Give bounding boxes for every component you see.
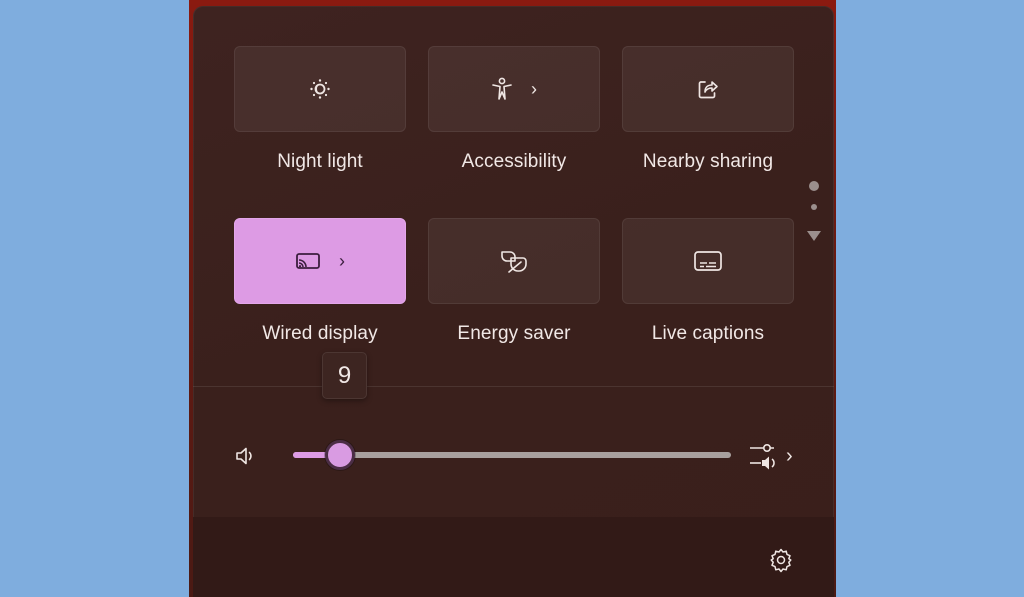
page-indicator-2[interactable] [811,204,817,210]
chevron-right-icon: › [339,251,345,271]
wired-display-button[interactable]: › [234,218,406,304]
speaker-icon[interactable] [234,445,256,467]
nearby-sharing-toggle[interactable] [622,46,794,132]
section-divider [193,386,834,387]
volume-tooltip: 9 [322,352,367,399]
accessibility-label: Accessibility [461,151,567,172]
page-indicator-1[interactable] [809,181,819,191]
night-light-icon [309,78,331,100]
sound-output-button[interactable]: › [748,441,793,471]
leaf-icon [499,248,529,274]
nearby-sharing-label: Nearby sharing [642,151,774,172]
accessibility-button[interactable]: › [428,46,600,132]
next-page-arrow-icon[interactable] [806,230,822,242]
captions-icon [693,250,723,272]
share-icon [696,77,720,101]
quick-settings-footer [193,517,834,597]
live-captions-toggle[interactable] [622,218,794,304]
night-light-label: Night light [277,151,363,172]
live-captions-label: Live captions [651,323,765,344]
volume-slider[interactable] [293,452,731,458]
gear-icon[interactable] [768,547,794,573]
energy-saver-label: Energy saver [457,323,571,344]
energy-saver-toggle[interactable] [428,218,600,304]
wired-display-label: Wired display [262,323,378,344]
sound-mixer-icon [748,441,780,471]
chevron-right-icon: › [786,444,793,467]
accessibility-icon [491,77,513,101]
night-light-toggle[interactable] [234,46,406,132]
chevron-right-icon: › [531,79,537,99]
cast-icon [295,251,321,271]
